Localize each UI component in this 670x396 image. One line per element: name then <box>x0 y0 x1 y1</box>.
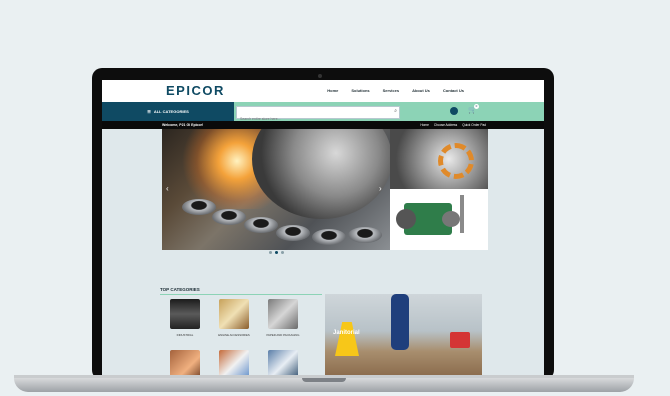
janitorial-promo[interactable]: Janitorial <box>325 294 482 376</box>
category-tile-paper-packaging[interactable] <box>268 299 298 329</box>
welcome-text: Welcome, P21 Gi Epicor! <box>162 123 204 127</box>
bucket-image <box>450 332 470 348</box>
nav-solutions[interactable]: Solutions <box>351 88 369 93</box>
janitorial-label: Janitorial <box>333 330 360 336</box>
all-categories-button[interactable]: ☰ ALL CATEGORIES <box>102 102 234 121</box>
nav-contact-us[interactable]: Contact Us <box>443 88 464 93</box>
top-bar: EPICOR Home Solutions Services About Us … <box>102 80 544 102</box>
part-ring <box>182 199 216 215</box>
category-tile-engine-accessories[interactable] <box>219 299 249 329</box>
category-tile[interactable] <box>219 350 249 376</box>
top-categories-title: TOP CATEGORIES <box>160 287 200 292</box>
part-ring <box>212 209 246 225</box>
nav-home[interactable]: Home <box>327 88 338 93</box>
carousel-dot[interactable] <box>269 251 272 254</box>
janitor-image <box>391 294 409 350</box>
all-categories-label: ALL CATEGORIES <box>153 109 189 114</box>
menu-icon: ☰ <box>147 109 151 114</box>
bench-grinder-image <box>396 203 460 235</box>
category-tile-industrial[interactable] <box>170 299 200 329</box>
main-nav: Home Solutions Services About Us Contact… <box>327 88 464 93</box>
quick-links: Home Choose Address Quick Order Pad <box>420 123 486 127</box>
section-divider <box>160 294 322 295</box>
category-tile[interactable] <box>268 350 298 376</box>
part-ring <box>312 229 346 245</box>
carousel-dots <box>269 251 284 254</box>
laptop-base <box>14 378 634 392</box>
cart-count-badge: 0 <box>474 104 479 109</box>
part-ring <box>244 217 278 233</box>
side-banner-bottom[interactable] <box>390 189 488 250</box>
category-label: ENGINE ACCESSORIES <box>218 333 250 337</box>
nav-services[interactable]: Services <box>383 88 399 93</box>
search-box: ⌕ <box>236 106 400 124</box>
part-ring <box>276 225 310 241</box>
epicor-logo[interactable]: EPICOR <box>166 83 225 98</box>
side-banner-top[interactable] <box>390 129 488 189</box>
laptop-notch <box>302 378 346 382</box>
camera-dot <box>318 74 322 78</box>
search-icon[interactable]: ⌕ <box>394 108 397 114</box>
screen: EPICOR Home Solutions Services About Us … <box>102 80 544 376</box>
gear-image <box>438 143 474 179</box>
user-icon[interactable] <box>450 107 458 115</box>
wet-floor-sign-image <box>335 322 359 356</box>
category-bar: ☰ ALL CATEGORIES ⌕ 🛒 0 <box>102 102 544 124</box>
tool-image <box>460 195 464 233</box>
laptop-frame: EPICOR Home Solutions Services About Us … <box>92 68 554 380</box>
nav-about-us[interactable]: About Us <box>412 88 430 93</box>
hero-banner[interactable]: ‹ › <box>162 129 390 250</box>
next-arrow-icon[interactable]: › <box>379 184 382 193</box>
link-home[interactable]: Home <box>420 123 429 127</box>
carousel-dot[interactable] <box>281 251 284 254</box>
link-choose-address[interactable]: Choose Address <box>434 123 457 127</box>
category-label: PAPER AND PACKAGING <box>266 333 300 337</box>
prev-arrow-icon[interactable]: ‹ <box>166 184 169 193</box>
link-quick-order-pad[interactable]: Quick Order Pad <box>462 123 486 127</box>
category-label: INDUSTRIAL <box>176 333 194 337</box>
welcome-bar: Welcome, P21 Gi Epicor! Home Choose Addr… <box>102 121 544 129</box>
category-tile[interactable] <box>170 350 200 376</box>
carousel-dot[interactable] <box>275 251 278 254</box>
part-ring <box>348 227 382 243</box>
